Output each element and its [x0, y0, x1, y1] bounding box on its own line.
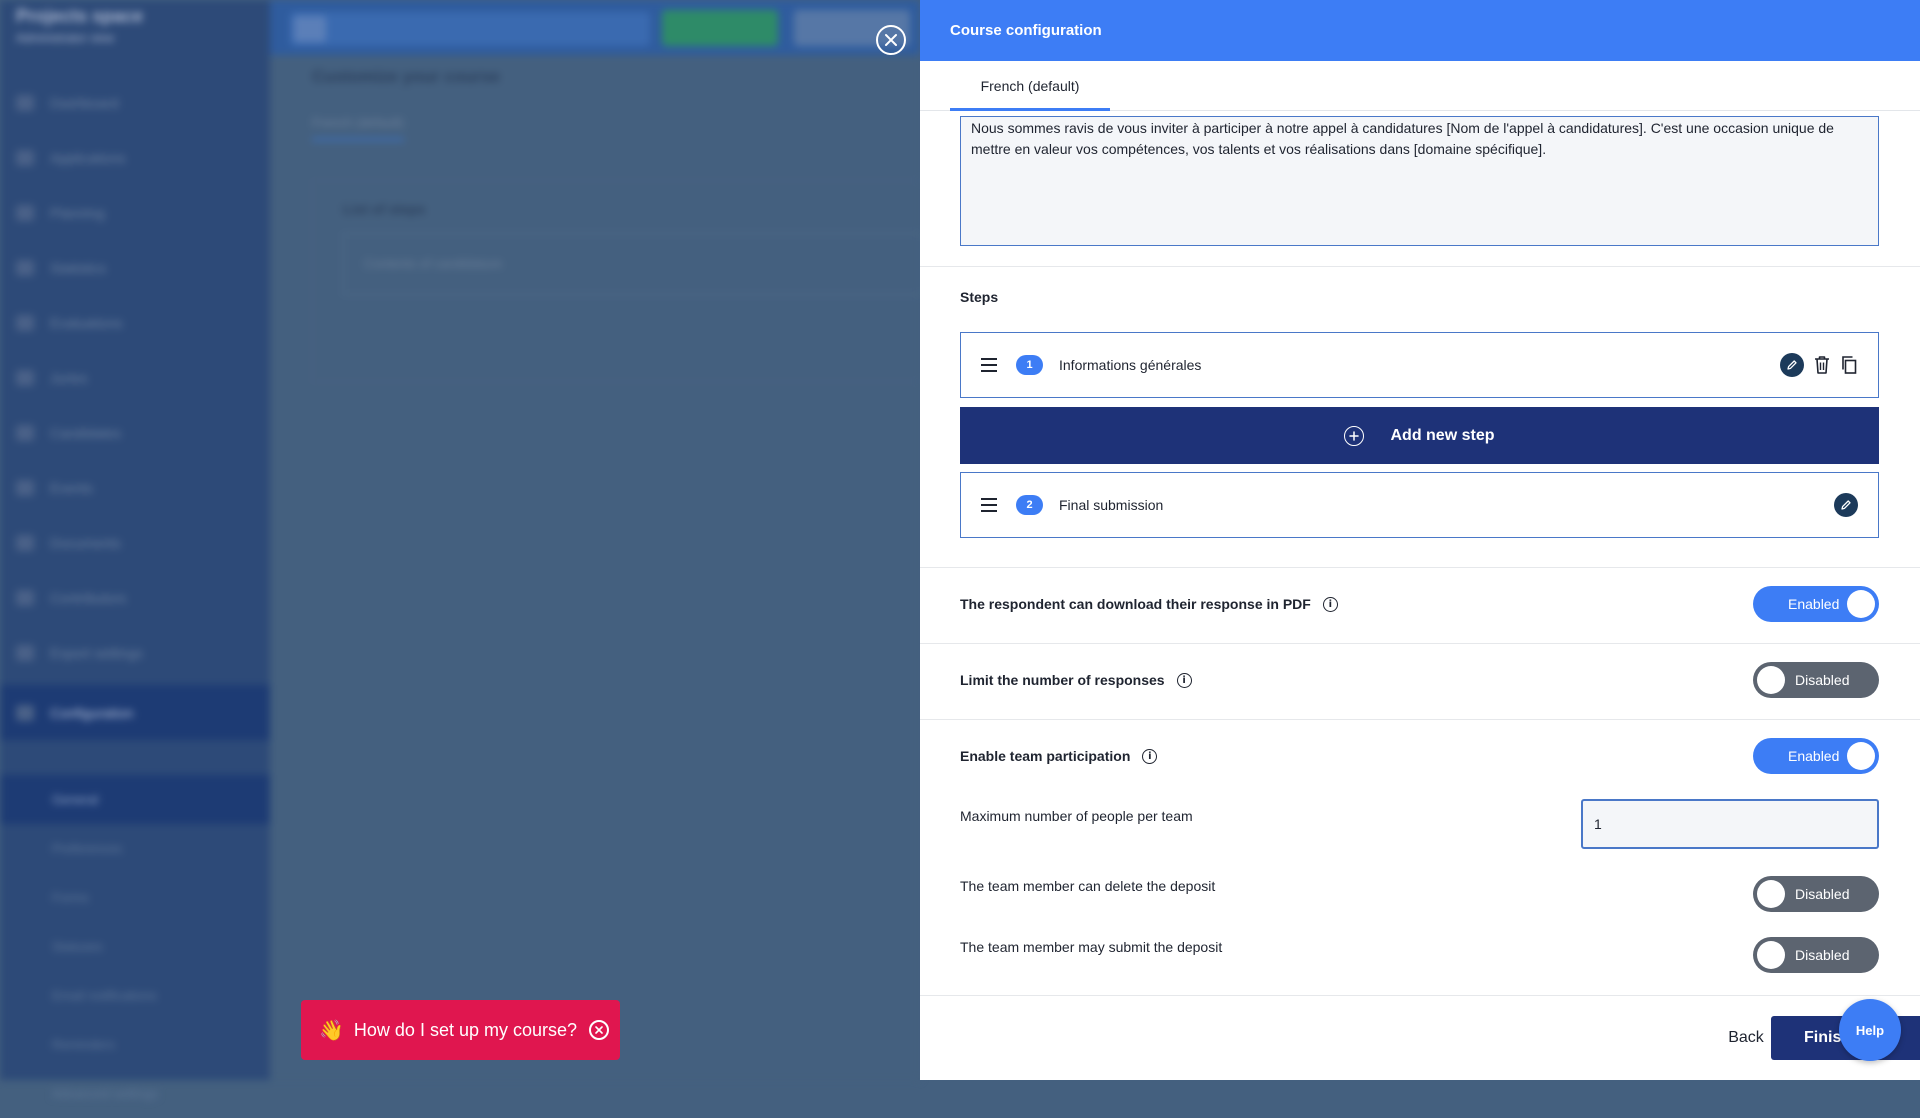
step-actions	[1834, 493, 1858, 517]
step-actions	[1780, 353, 1858, 377]
add-new-step-button[interactable]: Add new step	[960, 407, 1879, 464]
background-topbar	[270, 0, 920, 55]
delete-deposit-toggle[interactable]: Disabled	[1753, 876, 1879, 912]
dismiss-help-icon[interactable]	[589, 1020, 610, 1040]
tab-french-default[interactable]: French (default)	[950, 61, 1110, 111]
pdf-download-label: The respondent can download their respon…	[960, 596, 1311, 612]
toggle-knob	[1847, 742, 1875, 770]
toggle-state: Enabled	[1788, 748, 1840, 764]
toggle-knob	[1757, 880, 1785, 908]
edit-step-button[interactable]	[1834, 493, 1858, 517]
pencil-icon	[1841, 500, 1851, 510]
divider	[920, 719, 1920, 720]
step-row[interactable]: 1 Informations générales	[960, 332, 1879, 398]
toggle-state: Disabled	[1795, 672, 1850, 688]
divider	[920, 266, 1920, 267]
close-icon	[885, 34, 897, 46]
steps-label: Steps	[960, 289, 999, 305]
panel-title: Course configuration	[920, 0, 1920, 61]
add-circle-icon	[1344, 425, 1365, 446]
step-number-badge: 1	[1016, 355, 1043, 375]
background-nav: Dashboard Applications Planning Statisti…	[0, 75, 270, 740]
limit-responses-toggle[interactable]: Disabled	[1753, 662, 1879, 698]
pdf-download-option: The respondent can download their respon…	[960, 596, 1338, 612]
info-icon[interactable]: i	[1176, 672, 1192, 688]
team-participation-option: Enable team participation i	[960, 748, 1158, 764]
limit-responses-label: Limit the number of responses	[960, 672, 1165, 688]
step-name: Final submission	[1059, 497, 1164, 513]
limit-responses-option: Limit the number of responses i	[960, 672, 1192, 688]
description-field-wrapper: Nous sommes ravis de vous inviter à part…	[960, 116, 1879, 246]
max-people-label: Maximum number of people per team	[960, 808, 1193, 824]
help-button[interactable]: Help	[1839, 999, 1901, 1061]
drag-handle-icon[interactable]	[981, 358, 997, 372]
background-main: Customize your course French (default) L…	[270, 55, 934, 1080]
waving-hand-icon: 👋	[319, 1019, 344, 1042]
toggle-state: Enabled	[1788, 596, 1840, 612]
toggle-state: Disabled	[1795, 947, 1850, 963]
divider	[920, 567, 1920, 568]
toggle-state: Disabled	[1795, 886, 1850, 902]
delete-step-button[interactable]	[1813, 355, 1831, 375]
add-new-step-label: Add new step	[1390, 426, 1495, 444]
setup-help-text: How do I set up my course?	[353, 1019, 578, 1040]
toggle-knob	[1757, 666, 1785, 694]
delete-deposit-label: The team member can delete the deposit	[960, 878, 1216, 894]
trash-icon	[1815, 356, 1829, 374]
toggle-knob	[1757, 941, 1785, 969]
pencil-icon	[1787, 360, 1797, 370]
edit-step-button[interactable]	[1780, 353, 1804, 377]
team-participation-label: Enable team participation	[960, 748, 1131, 764]
step-row[interactable]: 2 Final submission	[960, 472, 1879, 538]
team-participation-toggle[interactable]: Enabled	[1753, 738, 1879, 774]
course-configuration-panel: Course configuration French (default) No…	[920, 0, 1920, 1080]
close-panel-button[interactable]	[876, 25, 906, 55]
description-field[interactable]: Nous sommes ravis de vous inviter à part…	[961, 117, 1878, 245]
background-subnav: General Preferences Forms Statuses Email…	[0, 775, 270, 1118]
divider	[920, 643, 1920, 644]
duplicate-step-button[interactable]	[1840, 355, 1858, 375]
drag-handle-icon[interactable]	[981, 498, 997, 512]
submit-deposit-toggle[interactable]: Disabled	[1753, 937, 1879, 973]
copy-icon	[1842, 356, 1857, 374]
language-tabs: French (default)	[920, 61, 1920, 111]
step-number-badge: 2	[1016, 495, 1043, 515]
divider	[920, 995, 1920, 996]
toggle-knob	[1847, 590, 1875, 618]
background-sidebar: Projects space Administrator view Dashbo…	[0, 0, 270, 1101]
pdf-download-toggle[interactable]: Enabled	[1753, 586, 1879, 622]
step-name: Informations générales	[1059, 357, 1202, 373]
background-app: Projects space Administrator view Dashbo…	[0, 0, 934, 1101]
info-icon[interactable]: i	[1142, 748, 1158, 764]
setup-help-prompt[interactable]: 👋 How do I set up my course?	[301, 1000, 620, 1060]
submit-deposit-label: The team member may submit the deposit	[960, 939, 1223, 955]
background-brand: Projects space Administrator view	[16, 6, 144, 45]
info-icon[interactable]: i	[1322, 596, 1338, 612]
max-people-input[interactable]	[1581, 799, 1879, 849]
